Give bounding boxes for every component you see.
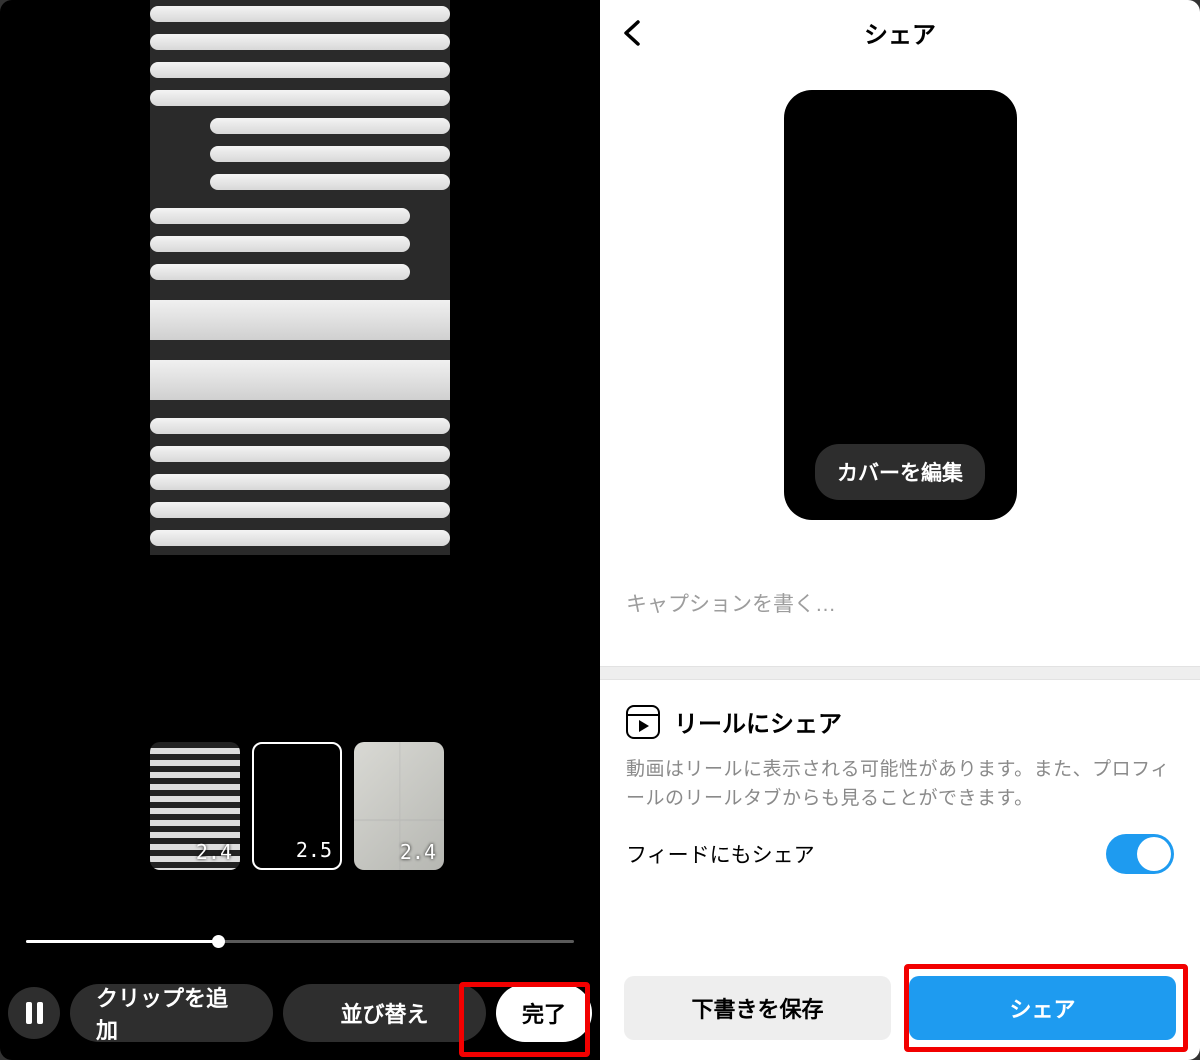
cover-preview[interactable]: カバーを編集 [784,90,1017,520]
edit-cover-button[interactable]: カバーを編集 [815,444,985,500]
save-draft-button[interactable]: 下書きを保存 [624,976,891,1040]
toggle-knob [1137,837,1171,871]
share-header: シェア [600,0,1200,64]
done-label: 完了 [522,997,566,1029]
editor-toolbar: クリップを追加 並び替え 完了 [0,978,600,1048]
clip-thumbnail-3[interactable]: 2.4 [354,742,444,870]
edit-cover-label: カバーを編集 [837,462,963,485]
feed-share-row: フィードにもシェア [600,814,1200,874]
clip-duration: 2.5 [296,838,332,862]
section-divider [600,666,1200,680]
progress-fill [26,940,216,943]
reels-section-title: リールにシェア [674,704,842,739]
share-button[interactable]: シェア [909,976,1176,1040]
chevron-left-icon [622,18,642,48]
clip-thumbnail-2[interactable]: 2.5 [252,742,342,870]
clip-duration: 2.4 [196,840,232,864]
reels-section-description: 動画はリールに表示される可能性があります。また、プロフィールのリールタブからも見… [626,755,1174,814]
pause-button[interactable] [8,987,60,1039]
clip-thumbnails: 2.4 2.5 2.4 [150,742,444,870]
caption-placeholder: キャプションを書く… [626,593,836,616]
clip-duration: 2.4 [400,840,436,864]
reels-icon [626,705,660,739]
save-draft-label: 下書きを保存 [691,992,823,1024]
back-button[interactable] [622,18,642,53]
share-label: シェア [1009,992,1075,1024]
reorder-button[interactable]: 並び替え [283,984,486,1042]
progress-knob[interactable] [212,935,225,948]
share-screen: シェア カバーを編集 キャプションを書く… リールにシェア 動画はリールに表示さ… [600,0,1200,1060]
action-buttons: 下書きを保存 シェア [600,976,1200,1040]
feed-share-label: フィードにもシェア [626,839,815,869]
clip-thumbnail-1[interactable]: 2.4 [150,742,240,870]
video-preview[interactable] [150,0,450,555]
done-button[interactable]: 完了 [496,984,592,1042]
feed-share-toggle[interactable] [1106,834,1174,874]
add-clip-button[interactable]: クリップを追加 [70,984,273,1042]
reorder-label: 並び替え [340,997,428,1029]
editor-screen: 2.4 2.5 2.4 クリップを追加 並び替え 完了 [0,0,600,1060]
progress-bar[interactable] [26,940,574,943]
pause-icon [26,1002,43,1024]
page-title: シェア [864,15,936,50]
reels-share-section: リールにシェア 動画はリールに表示される可能性があります。また、プロフィールのリ… [600,680,1200,814]
add-clip-label: クリップを追加 [96,981,247,1045]
caption-input[interactable]: キャプションを書く… [600,588,1200,618]
